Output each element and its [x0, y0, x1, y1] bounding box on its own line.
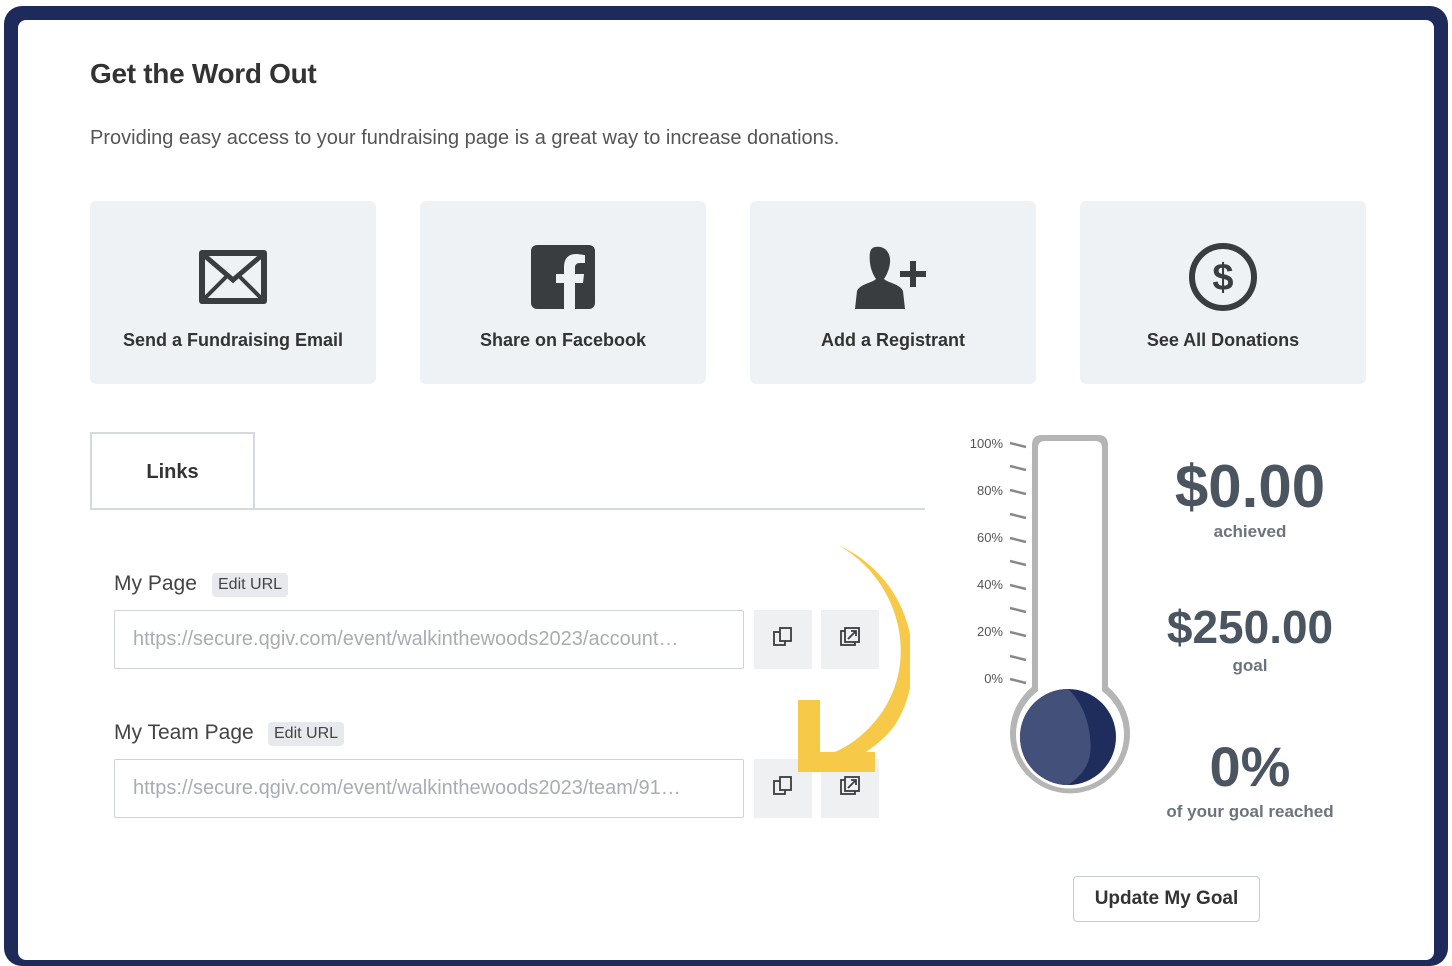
my-team-page-edit-url-button[interactable]: Edit URL [268, 722, 345, 746]
add-user-icon [750, 241, 1036, 313]
tick-label: 20% [977, 624, 1003, 639]
my-page-edit-url-button[interactable]: Edit URL [212, 573, 289, 597]
add-registrant-card[interactable]: Add a Registrant [750, 201, 1036, 384]
tick-label: 0% [984, 671, 1003, 686]
achieved-label: achieved [1213, 522, 1287, 541]
thermometer-ticks [1009, 441, 1027, 685]
update-goal-button[interactable]: Update My Goal [1073, 876, 1260, 922]
my-team-page-label: My Team Page [114, 721, 254, 744]
envelope-icon [90, 241, 376, 313]
goal-percent: 0% [1209, 735, 1291, 798]
share-facebook-label: Share on Facebook [479, 330, 647, 350]
my-page-url-input[interactable] [114, 610, 744, 669]
goal-thermometer: 100% 80% 60% 40% 20% 0% [970, 435, 1130, 794]
facebook-icon [420, 241, 706, 313]
tab-links[interactable]: Links [90, 432, 255, 508]
see-donations-card[interactable]: $ See All Donations [1080, 201, 1366, 384]
goal-percent-label: of your goal reached [1166, 802, 1334, 821]
add-registrant-label: Add a Registrant [820, 330, 966, 350]
page-title: Get the Word Out [90, 58, 317, 89]
my-page-label: My Page [114, 572, 197, 595]
goal-amount: $250.00 [1166, 601, 1334, 653]
tab-divider [90, 508, 925, 510]
my-team-page-url-input[interactable] [114, 759, 744, 818]
see-donations-label: See All Donations [1146, 330, 1300, 350]
page-subtitle: Providing easy access to your fundraisin… [90, 127, 840, 149]
tick-label: 100% [970, 436, 1004, 451]
tick-label: 80% [977, 483, 1003, 498]
svg-text:$: $ [1212, 257, 1233, 299]
send-email-label: Send a Fundraising Email [122, 330, 344, 350]
curved-arrow-icon [798, 545, 910, 772]
share-facebook-card[interactable]: Share on Facebook [420, 201, 706, 384]
dollar-circle-icon: $ [1080, 241, 1366, 313]
achieved-amount: $0.00 [1174, 453, 1326, 520]
tick-label: 60% [977, 530, 1003, 545]
send-email-card[interactable]: Send a Fundraising Email [90, 201, 376, 384]
tick-label: 40% [977, 577, 1003, 592]
goal-label: goal [1232, 656, 1268, 675]
